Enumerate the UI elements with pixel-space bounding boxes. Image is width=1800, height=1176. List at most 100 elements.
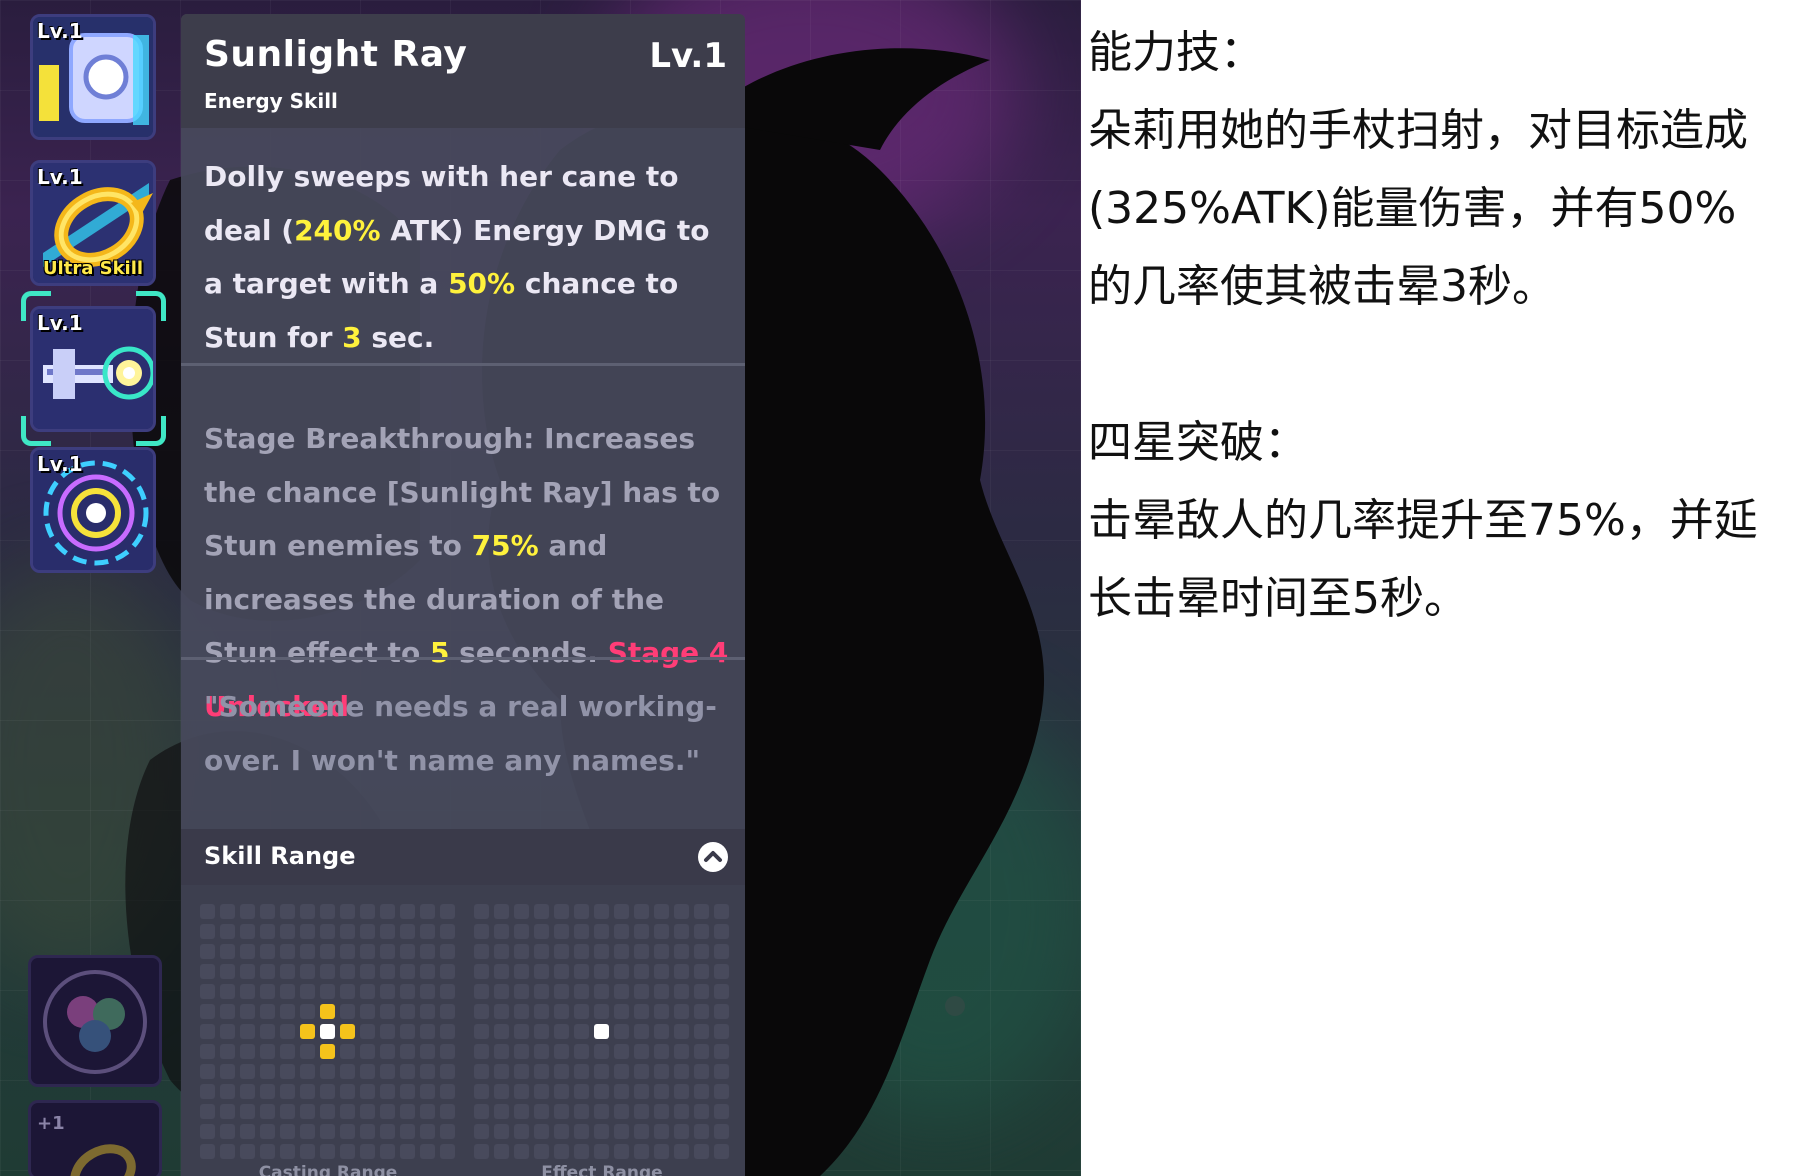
collapse-button[interactable]	[698, 842, 728, 872]
range-cell	[574, 984, 589, 999]
range-cell	[474, 1124, 489, 1139]
range-cell	[534, 964, 549, 979]
selection-bracket	[136, 291, 166, 321]
skill-icon-4[interactable]: Lv.1	[30, 447, 156, 573]
range-cell	[474, 984, 489, 999]
range-cell	[260, 1104, 275, 1119]
range-cell	[714, 1044, 729, 1059]
breakthrough-text: seconds.	[449, 636, 608, 669]
range-cell	[514, 1064, 529, 1079]
range-cell	[574, 1144, 589, 1159]
range-cell	[200, 1044, 215, 1059]
range-cell	[574, 1044, 589, 1059]
range-cell	[400, 1064, 415, 1079]
item-slot[interactable]	[28, 955, 162, 1087]
range-cell	[200, 904, 215, 919]
range-cell	[634, 1044, 649, 1059]
skill-icon-sunlight-ray[interactable]: Lv.1	[30, 306, 156, 432]
breakthrough-text-line: 长击晕时间至5秒。	[1088, 573, 1468, 624]
range-cell	[694, 904, 709, 919]
range-cell	[514, 984, 529, 999]
range-cell	[634, 964, 649, 979]
range-cell	[260, 924, 275, 939]
description-highlight: 50%	[448, 267, 516, 300]
range-cell	[400, 904, 415, 919]
range-cell	[674, 984, 689, 999]
range-cell	[554, 944, 569, 959]
range-cell	[380, 1124, 395, 1139]
range-cell	[400, 1084, 415, 1099]
range-cell	[594, 964, 609, 979]
range-cell	[400, 984, 415, 999]
range-cell	[400, 1124, 415, 1139]
range-cell	[634, 1124, 649, 1139]
range-cell	[400, 1144, 415, 1159]
range-cell	[654, 1144, 669, 1159]
range-cell	[420, 1124, 435, 1139]
range-cell	[440, 1004, 455, 1019]
range-cell	[654, 1044, 669, 1059]
range-cell	[614, 1064, 629, 1079]
range-cell	[694, 964, 709, 979]
skill-icon-ultra[interactable]: Lv.1 Ultra Skill	[30, 160, 156, 286]
range-cell	[714, 1004, 729, 1019]
range-cell	[380, 1044, 395, 1059]
skill-icon-1[interactable]: Lv.1	[30, 14, 156, 140]
range-cell	[300, 1044, 315, 1059]
range-cell	[694, 1104, 709, 1119]
range-cell	[380, 1064, 395, 1079]
range-cell	[240, 984, 255, 999]
range-cell	[574, 1124, 589, 1139]
range-cell	[574, 1084, 589, 1099]
range-cell-active	[300, 1024, 315, 1039]
range-cell	[300, 1124, 315, 1139]
range-cell	[280, 964, 295, 979]
skill-quote: "Someone needs a real working-over. I wo…	[204, 690, 717, 777]
range-cell	[360, 904, 375, 919]
range-cell	[380, 1084, 395, 1099]
range-cell	[340, 984, 355, 999]
range-cell	[574, 924, 589, 939]
range-cell	[200, 1104, 215, 1119]
range-cell	[514, 944, 529, 959]
range-cell	[300, 904, 315, 919]
range-cell	[534, 1144, 549, 1159]
skill-level: Lv.1	[37, 19, 83, 43]
range-cell	[220, 1124, 235, 1139]
range-cell	[420, 1064, 435, 1079]
range-cell	[220, 1044, 235, 1059]
range-cell	[280, 1084, 295, 1099]
range-cell	[474, 1104, 489, 1119]
range-cell	[260, 1024, 275, 1039]
range-cell	[674, 1064, 689, 1079]
range-cell	[574, 904, 589, 919]
range-cell	[514, 924, 529, 939]
range-cell	[494, 1024, 509, 1039]
range-cell	[634, 1024, 649, 1039]
range-cell	[380, 1024, 395, 1039]
range-cell	[260, 1004, 275, 1019]
range-cell	[280, 904, 295, 919]
range-cell	[260, 904, 275, 919]
range-cell	[340, 944, 355, 959]
range-cell	[280, 984, 295, 999]
range-cell	[240, 1144, 255, 1159]
range-cell	[494, 984, 509, 999]
range-cell	[220, 1104, 235, 1119]
range-cell	[714, 1104, 729, 1119]
ability-text-line: 朵莉用她的手杖扫射，对目标造成	[1088, 105, 1748, 156]
range-cell	[574, 1064, 589, 1079]
range-cell	[440, 964, 455, 979]
tooltip-header: Sunlight Ray Lv.1 Energy Skill	[181, 14, 745, 128]
range-cell	[674, 964, 689, 979]
range-cell	[494, 1044, 509, 1059]
range-cell	[220, 904, 235, 919]
range-cell	[654, 984, 669, 999]
range-cell	[200, 1144, 215, 1159]
range-cell	[260, 964, 275, 979]
range-cell	[400, 1044, 415, 1059]
range-cell	[654, 1064, 669, 1079]
skill-range-header[interactable]: Skill Range	[181, 829, 745, 885]
item-slot[interactable]: +1	[28, 1100, 162, 1176]
range-cell	[300, 1064, 315, 1079]
